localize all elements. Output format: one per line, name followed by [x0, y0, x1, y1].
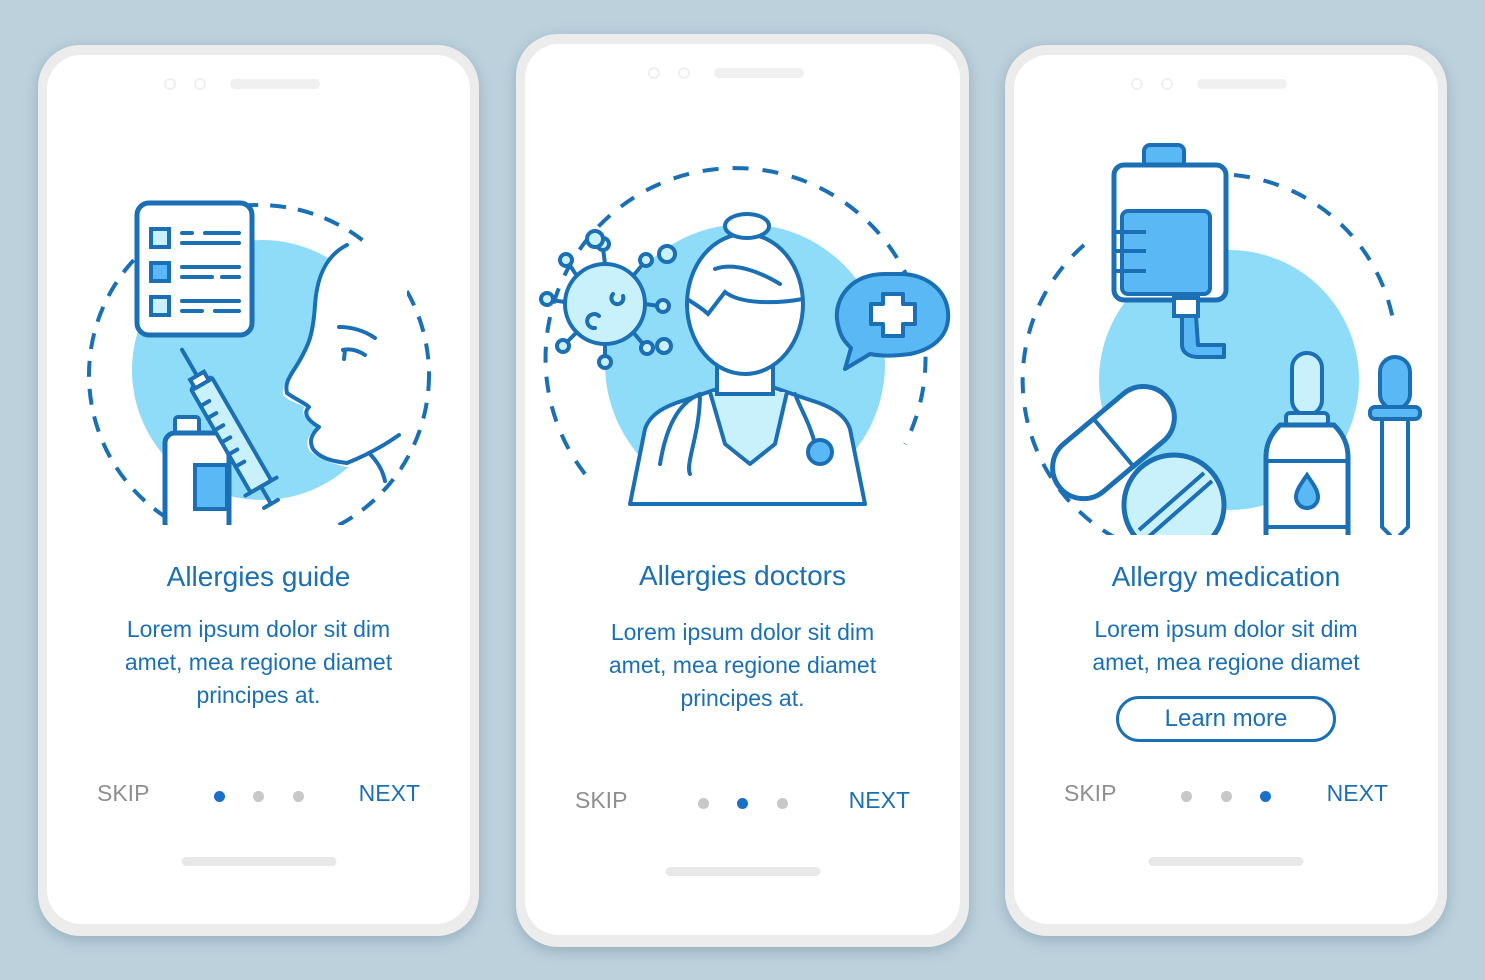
- description-line: principes at.: [196, 682, 321, 708]
- home-indicator[interactable]: [665, 867, 820, 876]
- home-indicator[interactable]: [1148, 857, 1304, 866]
- allergies-doctors-illustration: [539, 166, 951, 506]
- next-button[interactable]: NEXT: [1327, 780, 1388, 807]
- phone-notch: [647, 66, 838, 84]
- page-indicator: [213, 790, 304, 802]
- phone-notch: [1131, 77, 1321, 95]
- tablet-pill-icon: [1121, 452, 1227, 535]
- page-dot-2[interactable]: [1220, 790, 1232, 802]
- speaker-grille: [229, 79, 320, 89]
- onboarding-nav: SKIP NEXT: [525, 787, 960, 819]
- page-indicator: [1181, 790, 1271, 802]
- sensor-icon: [193, 78, 206, 90]
- description-line: Lorem ipsum dolor sit dim: [126, 616, 391, 642]
- phone-notch: [163, 77, 354, 95]
- page-dot-1[interactable]: [1181, 790, 1192, 802]
- screen-description: Lorem ipsum dolor sit dim amet, mea regi…: [47, 613, 470, 712]
- phone-screen-3: Allergy medication Lorem ipsum dolor sit…: [1005, 45, 1447, 936]
- screen-title: Allergies guide: [166, 561, 351, 592]
- page-dot-3[interactable]: [776, 797, 788, 809]
- allergy-medication-illustration: [1020, 143, 1422, 535]
- home-indicator[interactable]: [181, 857, 336, 866]
- sensor-icon: [1161, 78, 1173, 90]
- screen-2-display: Allergies doctors Lorem ipsum dolor sit …: [525, 44, 960, 935]
- next-button[interactable]: NEXT: [849, 787, 910, 814]
- skip-button[interactable]: SKIP: [575, 787, 627, 814]
- camera-icon: [647, 67, 660, 79]
- phone-screen-1: Allergies guide Lorem ipsum dolor sit di…: [38, 45, 479, 936]
- pipette-icon: [1368, 355, 1422, 535]
- screen-3-display: Allergy medication Lorem ipsum dolor sit…: [1014, 55, 1438, 924]
- phone-screen-2: Allergies doctors Lorem ipsum dolor sit …: [516, 34, 969, 947]
- allergies-guide-illustration: [87, 200, 431, 525]
- speaker-grille: [713, 68, 804, 78]
- screen-description: Lorem ipsum dolor sit dim amet, mea regi…: [1014, 613, 1438, 679]
- sensor-icon: [677, 67, 690, 79]
- screen-1-display: Allergies guide Lorem ipsum dolor sit di…: [47, 55, 470, 924]
- screen-title: Allergy medication: [1111, 561, 1341, 592]
- page-dot-3-active[interactable]: [1260, 790, 1271, 802]
- skip-button[interactable]: SKIP: [1064, 780, 1116, 807]
- camera-icon: [163, 78, 176, 90]
- page-dot-1-active[interactable]: [213, 790, 225, 802]
- description-line: Lorem ipsum dolor sit dim: [1094, 616, 1358, 642]
- next-button[interactable]: NEXT: [359, 780, 420, 807]
- page-dot-2[interactable]: [253, 790, 264, 802]
- description-line: amet, mea regione diamet: [1092, 649, 1360, 675]
- page-dot-3[interactable]: [292, 790, 304, 802]
- page-dot-1[interactable]: [697, 797, 709, 809]
- description-line: amet, mea regione diamet: [124, 649, 393, 675]
- speaker-grille: [1197, 79, 1287, 89]
- skip-button[interactable]: SKIP: [97, 780, 149, 807]
- description-line: principes at.: [680, 685, 805, 711]
- description-line: amet, mea regione diamet: [608, 652, 877, 678]
- onboarding-nav: SKIP NEXT: [47, 780, 470, 812]
- screen-description: Lorem ipsum dolor sit dim amet, mea regi…: [525, 616, 960, 715]
- camera-icon: [1131, 78, 1143, 90]
- screen-title: Allergies doctors: [639, 560, 846, 591]
- description-line: Lorem ipsum dolor sit dim: [610, 619, 875, 645]
- onboarding-nav: SKIP NEXT: [1014, 780, 1438, 812]
- medical-chat-bubble-icon: [834, 272, 951, 371]
- learn-more-button[interactable]: Learn more: [1116, 696, 1336, 742]
- page-dot-2-active[interactable]: [737, 797, 748, 809]
- page-indicator: [697, 797, 788, 809]
